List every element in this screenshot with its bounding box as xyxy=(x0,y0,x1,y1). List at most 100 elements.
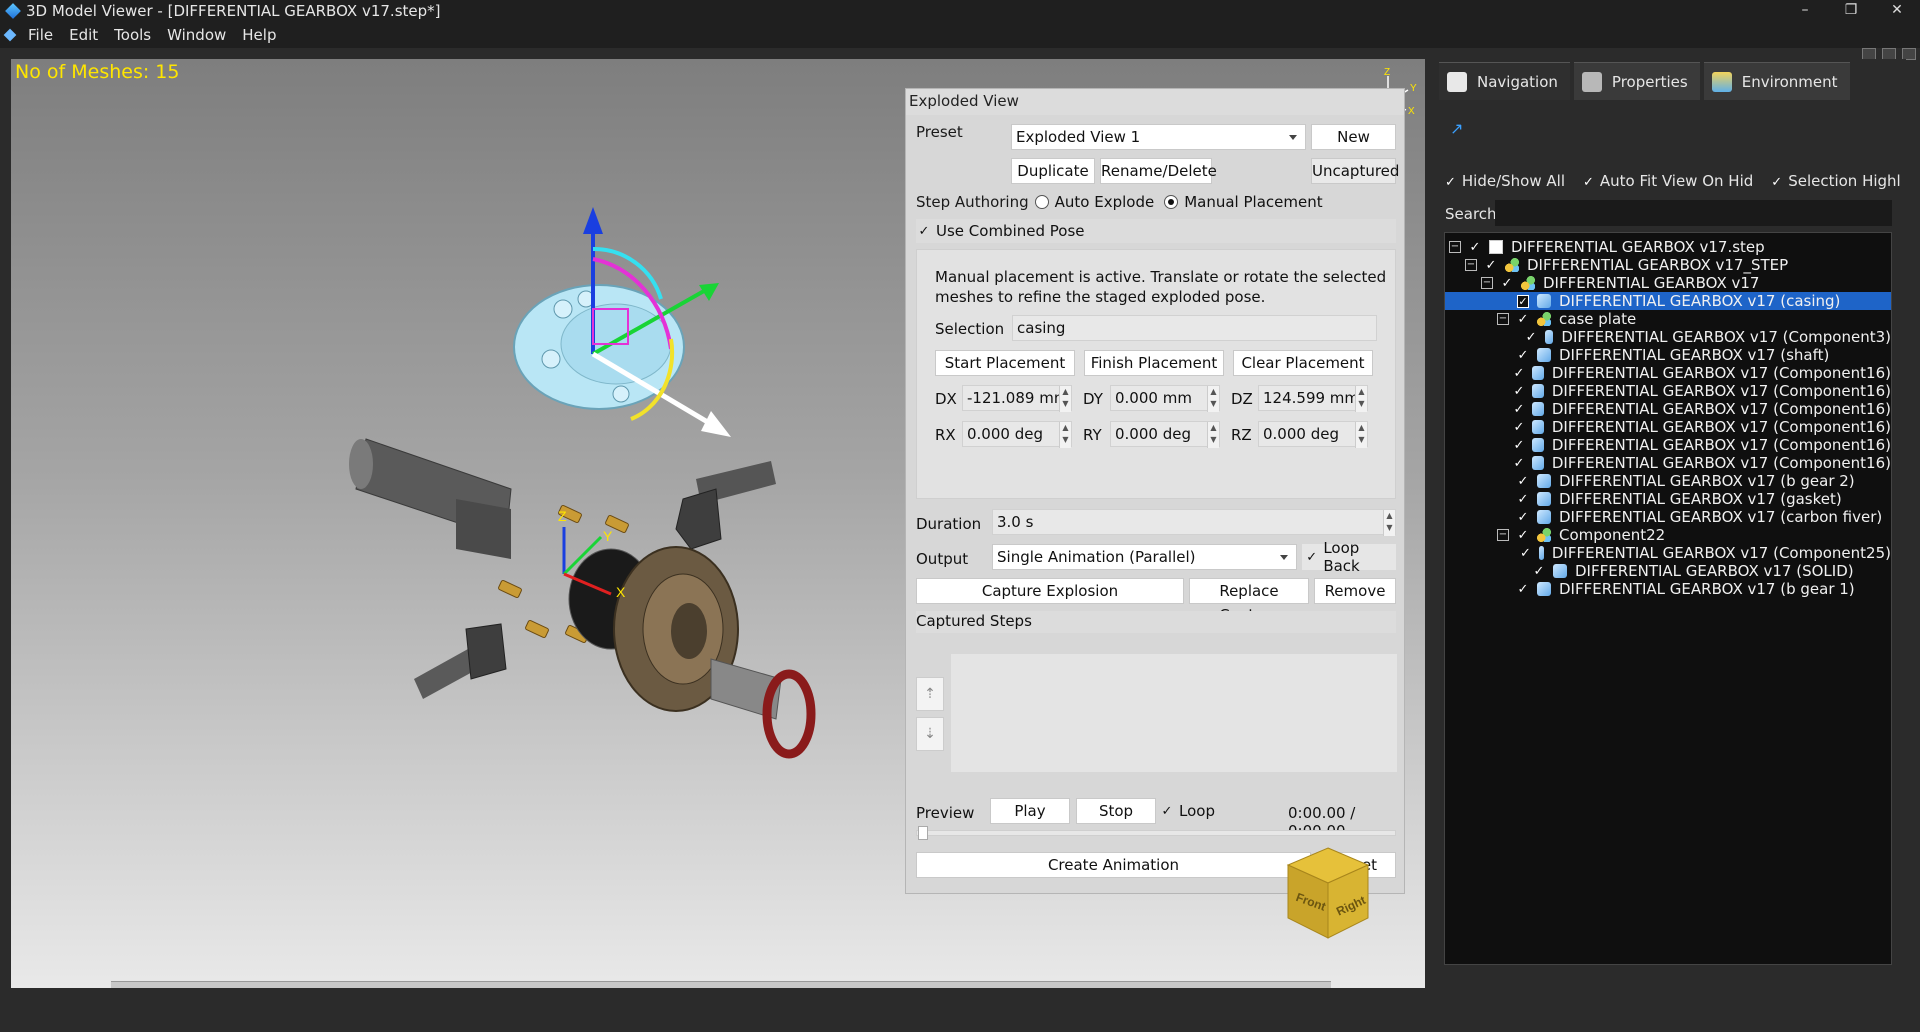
tree-item[interactable]: − ✓ case plate xyxy=(1445,310,1891,328)
external-link-icon[interactable]: ↗ xyxy=(1450,119,1463,138)
selection-highlighting-option[interactable]: ✓Selection Highlightin xyxy=(1771,172,1900,190)
visibility-checkbox[interactable]: ✓ xyxy=(1526,330,1537,345)
tree-item[interactable]: − ✓ DIFFERENTIAL GEARBOX v17.step xyxy=(1445,238,1891,256)
menu-file[interactable]: File xyxy=(20,26,61,44)
visibility-checkbox[interactable]: ✓ xyxy=(1517,528,1529,543)
tree-item[interactable]: ✓ DIFFERENTIAL GEARBOX v17 (Component16) xyxy=(1445,400,1891,418)
visibility-checkbox[interactable]: ✓ xyxy=(1517,294,1529,308)
ry-spinner[interactable]: ▲ ▼ xyxy=(1207,422,1219,448)
tree-item[interactable]: ✓ DIFFERENTIAL GEARBOX v17 (b gear 1) xyxy=(1445,580,1891,598)
use-combined-pose-checkbox[interactable]: ✓ xyxy=(918,224,930,239)
dz-spinner[interactable]: ▲ ▼ xyxy=(1355,386,1367,412)
visibility-checkbox[interactable]: ✓ xyxy=(1517,582,1529,597)
rz-field[interactable]: 0.000 deg ▲ ▼ xyxy=(1258,421,1368,448)
minimize-button[interactable]: – xyxy=(1782,0,1828,22)
tree-item[interactable]: ✓ DIFFERENTIAL GEARBOX v17 (Component16) xyxy=(1445,454,1891,472)
duplicate-button[interactable]: Duplicate xyxy=(1011,158,1095,184)
manual-placement-radio[interactable] xyxy=(1164,195,1179,209)
tree-item[interactable]: ✓ DIFFERENTIAL GEARBOX v17 (Component16) xyxy=(1445,382,1891,400)
dy-field[interactable]: 0.000 mm ▲ ▼ xyxy=(1110,385,1220,412)
start-placement-button[interactable]: Start Placement xyxy=(935,350,1075,376)
captured-steps-list[interactable] xyxy=(951,654,1397,772)
rz-spinner[interactable]: ▲ ▼ xyxy=(1355,422,1367,448)
search-input[interactable] xyxy=(1495,200,1892,226)
visibility-checkbox[interactable]: ✓ xyxy=(1513,384,1524,399)
replace-capture-button[interactable]: Replace Capture xyxy=(1189,578,1309,624)
collapse-icon[interactable]: − xyxy=(1449,241,1461,253)
auto-fit-view-option[interactable]: ✓ Auto Fit View On Hid xyxy=(1583,172,1753,190)
viewport-scrollbar[interactable] xyxy=(111,981,1331,988)
tree-item[interactable]: ✓ DIFFERENTIAL GEARBOX v17 (Component3) xyxy=(1445,328,1891,346)
visibility-checkbox[interactable]: ✓ xyxy=(1513,366,1524,381)
tree-item[interactable]: ✓ DIFFERENTIAL GEARBOX v17 (SOLID) xyxy=(1445,562,1891,580)
tree-item[interactable]: − ✓ DIFFERENTIAL GEARBOX v17 xyxy=(1445,274,1891,292)
tree-item[interactable]: − ✓ DIFFERENTIAL GEARBOX v17_STEP xyxy=(1445,256,1891,274)
visibility-checkbox[interactable]: ✓ xyxy=(1517,312,1529,327)
visibility-checkbox[interactable]: ✓ xyxy=(1517,510,1529,525)
loop-checkbox[interactable]: ✓ xyxy=(1161,804,1173,819)
hide-show-all-option[interactable]: ✓ Hide/Show All xyxy=(1445,172,1565,190)
tab-navigation[interactable]: Navigation xyxy=(1439,62,1570,100)
dy-spinner[interactable]: ▲ ▼ xyxy=(1207,386,1219,412)
tree-item[interactable]: ✓ DIFFERENTIAL GEARBOX v17 (shaft) xyxy=(1445,346,1891,364)
stop-button[interactable]: Stop xyxy=(1076,798,1156,824)
view-navigation-cube[interactable]: Front Right xyxy=(1283,843,1373,943)
close-button[interactable]: ✕ xyxy=(1874,0,1920,22)
visibility-checkbox[interactable]: ✓ xyxy=(1533,564,1545,579)
tree-item[interactable]: ✓ DIFFERENTIAL GEARBOX v17 (Component16) xyxy=(1445,364,1891,382)
clear-placement-button[interactable]: Clear Placement xyxy=(1233,350,1373,376)
create-animation-button[interactable]: Create Animation xyxy=(916,852,1311,878)
visibility-checkbox[interactable]: ✓ xyxy=(1517,492,1529,507)
rx-field[interactable]: 0.000 deg ▲ ▼ xyxy=(962,421,1072,448)
dz-field[interactable]: 124.599 mm ▲ ▼ xyxy=(1258,385,1368,412)
collapse-icon[interactable]: − xyxy=(1481,277,1493,289)
preset-select[interactable]: Exploded View 1 xyxy=(1011,124,1306,150)
visibility-checkbox[interactable]: ✓ xyxy=(1513,402,1524,417)
new-preset-button[interactable]: New xyxy=(1311,124,1396,150)
collapse-icon[interactable]: − xyxy=(1497,529,1509,541)
document-icon[interactable] xyxy=(3,28,17,42)
visibility-checkbox[interactable]: ✓ xyxy=(1513,438,1524,453)
preview-slider-handle[interactable] xyxy=(918,826,928,840)
visibility-checkbox[interactable]: ✓ xyxy=(1513,456,1524,471)
dx-spinner[interactable]: ▲ ▼ xyxy=(1059,386,1071,412)
model-scene[interactable]: Z Y X xyxy=(11,59,911,839)
menu-tools[interactable]: Tools xyxy=(106,26,159,44)
move-up-button[interactable]: ⇡ xyxy=(916,677,944,711)
tree-item[interactable]: ✓ DIFFERENTIAL GEARBOX v17 (Component25) xyxy=(1445,544,1891,562)
ry-field[interactable]: 0.000 deg ▲ ▼ xyxy=(1110,421,1220,448)
capture-explosion-button[interactable]: Capture Explosion xyxy=(916,578,1184,604)
tree-item[interactable]: ✓ DIFFERENTIAL GEARBOX v17 (casing) xyxy=(1445,292,1891,310)
tab-environment[interactable]: Environment xyxy=(1703,62,1850,100)
model-tree[interactable]: − ✓ DIFFERENTIAL GEARBOX v17.step − ✓ DIFFERE… xyxy=(1444,232,1892,965)
visibility-checkbox[interactable]: ✓ xyxy=(1517,348,1529,363)
tree-item[interactable]: ✓ DIFFERENTIAL GEARBOX v17 (b gear 2) xyxy=(1445,472,1891,490)
visibility-checkbox[interactable]: ✓ xyxy=(1513,420,1524,435)
finish-placement-button[interactable]: Finish Placement xyxy=(1084,350,1224,376)
collapse-icon[interactable]: − xyxy=(1465,259,1477,271)
auto-explode-radio[interactable] xyxy=(1034,195,1049,209)
visibility-checkbox[interactable]: ✓ xyxy=(1517,474,1529,489)
visibility-checkbox[interactable]: ✓ xyxy=(1485,258,1497,273)
preview-slider-track[interactable] xyxy=(916,830,1396,836)
output-select[interactable]: Single Animation (Parallel) xyxy=(992,544,1297,570)
move-down-button[interactable]: ⇣ xyxy=(916,717,944,751)
tree-item[interactable]: − ✓ Component22 xyxy=(1445,526,1891,544)
tree-item[interactable]: ✓ DIFFERENTIAL GEARBOX v17 (Component16) xyxy=(1445,436,1891,454)
rx-spinner[interactable]: ▲ ▼ xyxy=(1059,422,1071,448)
play-button[interactable]: Play xyxy=(990,798,1070,824)
duration-field[interactable]: 3.0 s ▲ ▼ xyxy=(992,509,1396,536)
menu-edit[interactable]: Edit xyxy=(61,26,106,44)
visibility-checkbox[interactable]: ✓ xyxy=(1520,546,1531,561)
maximize-button[interactable]: ❐ xyxy=(1828,0,1874,22)
selection-field[interactable]: casing xyxy=(1012,315,1377,341)
visibility-checkbox[interactable]: ✓ xyxy=(1469,240,1481,255)
tree-item[interactable]: ✓ DIFFERENTIAL GEARBOX v17 (carbon fiver) xyxy=(1445,508,1891,526)
tree-item[interactable]: ✓ DIFFERENTIAL GEARBOX v17 (gasket) xyxy=(1445,490,1891,508)
tree-item[interactable]: ✓ DIFFERENTIAL GEARBOX v17 (Component16) xyxy=(1445,418,1891,436)
remove-button[interactable]: Remove xyxy=(1314,578,1396,604)
duration-spinner[interactable]: ▲ ▼ xyxy=(1383,510,1395,536)
menu-window[interactable]: Window xyxy=(159,26,234,44)
collapse-icon[interactable]: − xyxy=(1497,313,1509,325)
dx-field[interactable]: -121.089 mm ▲ ▼ xyxy=(962,385,1072,412)
